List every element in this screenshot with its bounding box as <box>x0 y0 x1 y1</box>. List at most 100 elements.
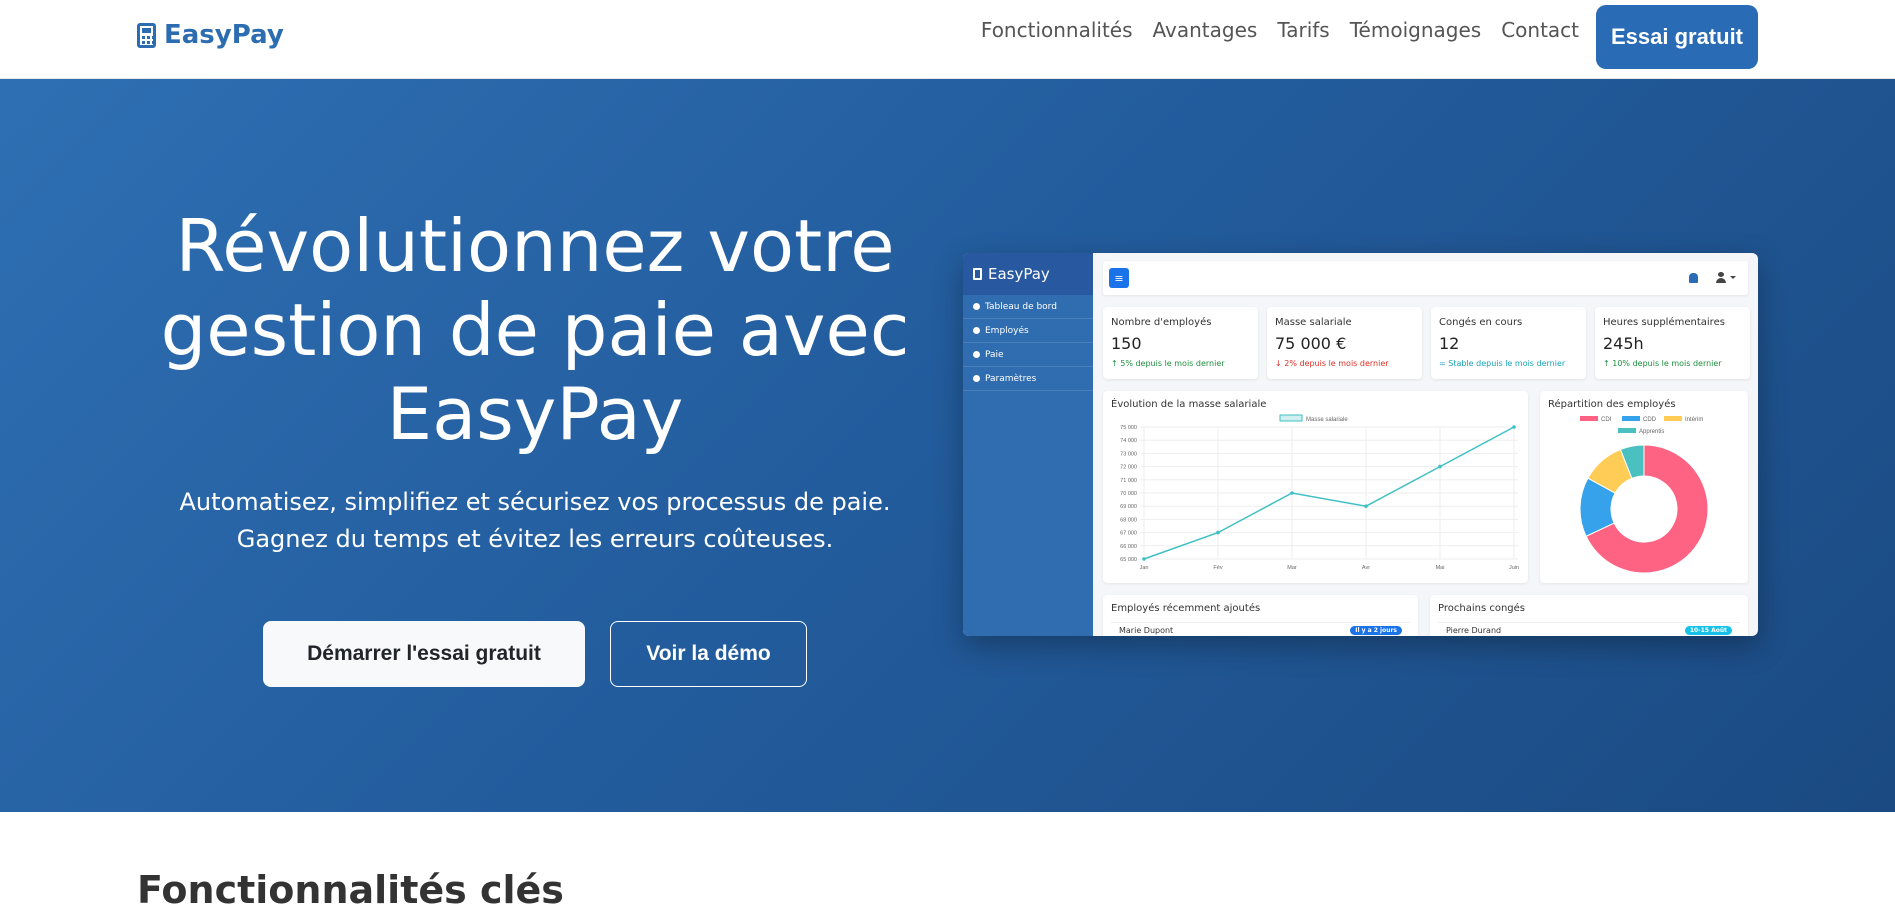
stat-label: Nombre d'employés <box>1111 317 1212 328</box>
stat-card-payroll: Masse salariale 75 000 € ↓ 2% depuis le … <box>1267 307 1422 379</box>
nav-link-contact[interactable]: Contact <box>1501 18 1579 42</box>
y-tick-label: 68 000 <box>1120 517 1137 523</box>
legend-label: Intérim <box>1685 417 1703 423</box>
x-tick-label: Fév <box>1213 565 1222 571</box>
sidebar-item-dashboard: Tableau de bord <box>963 295 1093 319</box>
y-tick-label: 75 000 <box>1120 425 1137 431</box>
hero-title-line: gestion de paie avec <box>160 288 910 372</box>
nav-link-temoignages[interactable]: Témoignages <box>1350 18 1481 42</box>
y-tick-label: 73 000 <box>1120 451 1137 457</box>
hero-subtitle-line: Gagnez du temps et évitez les erreurs co… <box>236 525 834 553</box>
navbar: EasyPay Fonctionnalités Avantages Tarifs… <box>0 0 1895 79</box>
legend-swatch <box>1279 414 1303 422</box>
legend-label: Masse salariale <box>1306 417 1348 423</box>
legend-swatch <box>1580 416 1598 421</box>
recent-employees-card: Employés récemment ajoutés Marie Dupont … <box>1103 595 1418 636</box>
y-tick-label: 72 000 <box>1120 465 1137 471</box>
dashboard-brand-name: EasyPay <box>988 265 1050 283</box>
legend-label: CDD <box>1643 417 1657 423</box>
y-tick-label: 67 000 <box>1120 531 1137 537</box>
list-item: Pierre Durand 10-15 Août <box>1438 622 1740 636</box>
calculator-icon <box>973 268 982 280</box>
list-item: Marie Dupont Il y a 2 jours <box>1111 622 1410 636</box>
features-section-title: Fonctionnalités clés <box>137 868 564 912</box>
brand-name: EasyPay <box>164 20 284 50</box>
brand-logo[interactable]: EasyPay <box>137 20 284 50</box>
data-point <box>1216 530 1220 535</box>
hero-title-line: Révolutionnez votre <box>175 204 895 288</box>
x-tick-label: Juin <box>1509 565 1519 571</box>
start-trial-button[interactable]: Démarrer l'essai gratuit <box>263 621 585 687</box>
nav-link-tarifs[interactable]: Tarifs <box>1277 18 1329 42</box>
x-tick-label: Mai <box>1436 565 1445 571</box>
stat-trend: = Stable depuis le mois dernier <box>1439 359 1566 368</box>
view-demo-button[interactable]: Voir la démo <box>610 621 807 687</box>
dashboard-icon <box>973 303 980 310</box>
status-badge: Il y a 2 jours <box>1350 626 1402 635</box>
dashboard-preview: EasyPay Tableau de bord Employés Paie Pa… <box>963 253 1758 636</box>
sidebar-item-settings: Paramètres <box>963 367 1093 391</box>
upcoming-leaves-card: Prochains congés Pierre Durand 10-15 Aoû… <box>1430 595 1748 636</box>
stat-card-leaves: Congés en cours 12 = Stable depuis le mo… <box>1431 307 1586 379</box>
chevron-down-icon <box>1730 276 1736 279</box>
users-icon <box>973 327 980 334</box>
sidebar-item-label: Paie <box>985 349 1004 360</box>
sidebar-item-payroll: Paie <box>963 343 1093 367</box>
dashboard-sidebar: EasyPay Tableau de bord Employés Paie Pa… <box>963 253 1093 636</box>
y-tick-label: 69 000 <box>1120 504 1137 510</box>
free-trial-button[interactable]: Essai gratuit <box>1596 5 1758 69</box>
dashboard-brand: EasyPay <box>963 253 1093 295</box>
x-tick-label: Jan <box>1140 565 1149 571</box>
hero-title-line: EasyPay <box>386 372 684 456</box>
sidebar-item-label: Employés <box>985 325 1029 336</box>
stat-trend: ↑ 10% depuis le mois dernier <box>1603 359 1722 368</box>
stat-label: Masse salariale <box>1275 317 1352 328</box>
legend-label: CDI <box>1601 417 1612 423</box>
employee-name: Marie Dupont <box>1119 626 1174 635</box>
nav-menu: Fonctionnalités Avantages Tarifs Témoign… <box>981 18 1579 42</box>
doughnut-chart-svg: CDI CDD Intérim Apprentis <box>1579 416 1709 574</box>
nav-link-avantages[interactable]: Avantages <box>1153 18 1258 42</box>
legend-label: Apprentis <box>1639 429 1664 435</box>
menu-icon: ≡ <box>1109 268 1129 288</box>
card-title: Employés récemment ajoutés <box>1111 603 1261 614</box>
x-tick-label: Mar <box>1287 565 1297 571</box>
data-point <box>1142 557 1146 561</box>
status-badge: 10-15 Août <box>1684 626 1732 635</box>
x-tick-label: Avr <box>1362 565 1370 571</box>
stat-card-overtime: Heures supplémentaires 245h ↑ 10% depuis… <box>1595 307 1750 379</box>
y-tick-label: 65 000 <box>1120 557 1137 563</box>
y-tick-label: 71 000 <box>1120 478 1137 484</box>
hero-subtitle-line: Automatisez, simplifiez et sécurisez vos… <box>179 488 891 516</box>
calculator-icon <box>137 22 156 48</box>
stat-label: Heures supplémentaires <box>1603 317 1725 328</box>
stat-value: 75 000 € <box>1275 334 1347 353</box>
stat-value: 245h <box>1603 334 1644 353</box>
money-icon <box>973 351 980 358</box>
stat-trend: ↑ 5% depuis le mois dernier <box>1111 359 1225 368</box>
employee-distribution-chart: Répartition des employés CDI CDD Intérim Ap… <box>1540 391 1748 583</box>
sidebar-item-label: Tableau de bord <box>985 301 1057 312</box>
y-tick-label: 70 000 <box>1120 491 1137 497</box>
dashboard-main: ≡ Nombre d'employés 150 ↑ 5% depuis le m… <box>1093 253 1758 636</box>
employee-name: Pierre Durand <box>1446 626 1502 635</box>
payroll-evolution-chart: Évolution de la masse salariale Masse sa… <box>1103 391 1528 583</box>
nav-link-fonctionnalites[interactable]: Fonctionnalités <box>981 18 1133 42</box>
data-point <box>1364 504 1368 508</box>
data-point <box>1290 491 1294 495</box>
stat-trend: ↓ 2% depuis le mois dernier <box>1275 359 1389 368</box>
stat-label: Congés en cours <box>1439 317 1523 328</box>
stat-value: 12 <box>1439 334 1460 353</box>
y-tick-label: 74 000 <box>1120 438 1137 444</box>
legend-swatch <box>1622 416 1640 421</box>
gear-icon <box>973 375 980 382</box>
data-point <box>1512 425 1516 429</box>
hero-section: Révolutionnez votre gestion de paie avec… <box>0 79 1895 812</box>
stat-value: 150 <box>1111 334 1142 353</box>
line-chart-svg: Masse salariale 75 000 74 000 73 000 72 000 7… <box>1120 414 1519 571</box>
dashboard-topbar: ≡ <box>1103 261 1748 295</box>
legend-swatch <box>1664 416 1682 421</box>
card-title: Prochains congés <box>1438 603 1525 614</box>
hero-title: Révolutionnez votre gestion de paie avec… <box>130 204 940 456</box>
sidebar-item-label: Paramètres <box>985 373 1037 384</box>
